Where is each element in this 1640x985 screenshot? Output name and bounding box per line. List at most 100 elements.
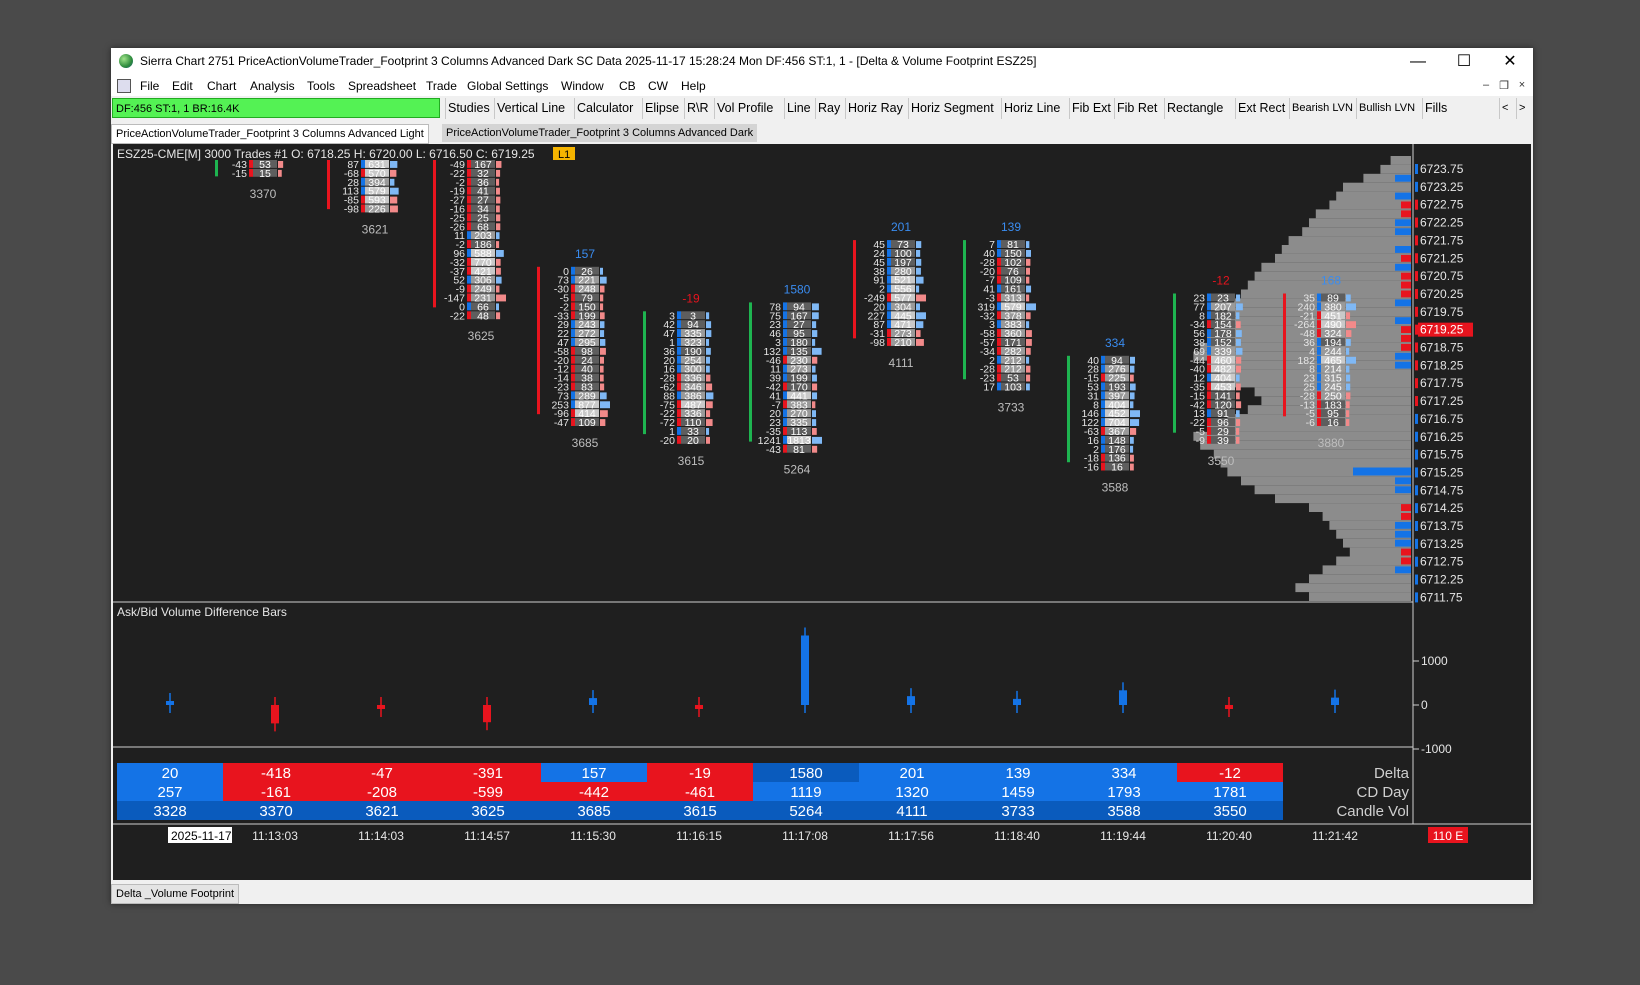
table-vol-value: 3733 xyxy=(1001,803,1034,820)
bearish-lvn-button[interactable]: Bearish LVN xyxy=(1289,98,1355,119)
menu-tools[interactable]: Tools xyxy=(307,79,335,93)
document-icon[interactable] xyxy=(117,79,131,93)
delta-cell-marker xyxy=(677,364,681,373)
horiz-ray-button[interactable]: Horiz Ray xyxy=(845,98,905,119)
imbalance-bar xyxy=(1026,312,1031,320)
delta-cell-marker xyxy=(361,195,365,204)
imbalance-bar xyxy=(496,161,502,168)
fills-button[interactable]: Fills xyxy=(1422,98,1449,119)
menu-trade[interactable]: Trade xyxy=(426,79,457,93)
toolbar-scroll-left[interactable]: < xyxy=(1499,98,1510,119)
tab-footprint-dark[interactable]: PriceActionVolumeTrader_Footprint 3 Colu… xyxy=(442,124,758,142)
delta-cell-marker xyxy=(887,275,891,284)
delta-cell-marker xyxy=(677,346,681,355)
footprint-volume-value: 103 xyxy=(1004,382,1022,394)
delta-cell-marker xyxy=(1207,346,1211,355)
tab-delta-volume-footprint[interactable]: Delta _Volume Footprint xyxy=(111,884,240,904)
maximize-button[interactable]: ☐ xyxy=(1441,48,1487,76)
close-button[interactable]: ✕ xyxy=(1487,48,1533,76)
minimize-button[interactable]: — xyxy=(1395,48,1441,76)
title-bar[interactable]: Sierra Chart 2751 PriceActionVolumeTrade… xyxy=(111,48,1533,76)
imbalance-bar xyxy=(278,169,282,177)
price-tick-marker xyxy=(1415,235,1418,246)
imbalance-bar xyxy=(1026,356,1030,364)
fib-ret-button[interactable]: Fib Ret xyxy=(1114,98,1159,119)
studies-button[interactable]: Studies xyxy=(445,98,492,119)
menu-help[interactable]: Help xyxy=(681,79,706,93)
delta-cell-marker xyxy=(997,338,1001,346)
imbalance-bar xyxy=(1026,365,1031,373)
footprint-chart[interactable]: ESZ25-CME[M] 3000 Trades #1 O: 6718.25 H… xyxy=(113,144,1531,880)
footprint-volume-value: 48 xyxy=(477,310,489,322)
delta-cell-marker xyxy=(783,409,787,418)
imbalance-bar xyxy=(1026,276,1030,284)
imbalance-bar xyxy=(706,428,710,435)
rectangle-button[interactable]: Rectangle xyxy=(1164,98,1225,119)
table-vol-value: 3370 xyxy=(259,803,292,820)
chart-canvas[interactable]: ESZ25-CME[M] 3000 Trades #1 O: 6718.25 H… xyxy=(113,144,1531,880)
candle-body-stripe xyxy=(1283,293,1286,417)
price-tick-marker xyxy=(1415,467,1418,478)
price-tick-label: 6711.75 xyxy=(1420,590,1463,604)
vertical-line-button[interactable]: Vertical Line xyxy=(494,98,567,119)
menu-global-settings[interactable]: Global Settings xyxy=(467,79,548,93)
delta-cell-marker xyxy=(997,364,1001,373)
delta-cell-marker xyxy=(1317,373,1321,382)
menu-cw[interactable]: CW xyxy=(648,79,668,93)
ext-rect-button[interactable]: Ext Rect xyxy=(1235,98,1287,119)
delta-cell-marker xyxy=(467,222,471,231)
imbalance-bar xyxy=(496,178,500,186)
imbalance-bar xyxy=(1130,454,1134,462)
bullish-lvn-button[interactable]: Bullish LVN xyxy=(1356,98,1417,119)
profile-bid-edge xyxy=(1401,210,1411,218)
delta-cell-marker xyxy=(467,204,471,213)
menu-cb[interactable]: CB xyxy=(619,79,636,93)
delta-cell-marker xyxy=(783,355,787,364)
fib-ext-button[interactable]: Fib Ext xyxy=(1069,98,1113,119)
delta-cell-marker xyxy=(677,418,681,426)
tab-footprint-light[interactable]: PriceActionVolumeTrader_Footprint 3 Colu… xyxy=(111,124,429,144)
toolbar-scroll-right[interactable]: > xyxy=(1516,98,1527,119)
menu-chart[interactable]: Chart xyxy=(207,79,236,93)
footprint-volume-value: 226 xyxy=(368,204,386,216)
menu-analysis[interactable]: Analysis xyxy=(250,79,295,93)
horiz-segment-button[interactable]: Horiz Segment xyxy=(908,98,996,119)
delta-cell-marker xyxy=(677,435,681,444)
delta-cell-marker xyxy=(677,427,681,435)
imbalance-bar xyxy=(1130,436,1134,444)
calculator-button[interactable]: Calculator xyxy=(574,98,635,119)
delta-cell-marker xyxy=(997,266,1001,275)
imbalance-bar xyxy=(706,365,710,373)
table-delta-value: -418 xyxy=(261,765,291,782)
imbalance-bar xyxy=(1236,321,1241,329)
risk-reward-button[interactable]: R\R xyxy=(684,98,711,119)
delta-cell-marker xyxy=(997,355,1001,364)
table-delta-value: -47 xyxy=(371,765,393,782)
line-button[interactable]: Line xyxy=(784,98,813,119)
menu-file[interactable]: File xyxy=(140,79,159,93)
delta-cell-marker xyxy=(467,293,471,302)
mdi-close-button[interactable]: × xyxy=(1515,79,1529,91)
mdi-restore-button[interactable]: ❐ xyxy=(1497,79,1511,92)
table-cd-value: 1459 xyxy=(1001,784,1034,801)
delta-cell-marker xyxy=(677,373,681,382)
imbalance-bar xyxy=(496,285,500,293)
vol-profile-button[interactable]: Vol Profile xyxy=(714,98,775,119)
imbalance-bar xyxy=(1346,294,1351,302)
menu-edit[interactable]: Edit xyxy=(172,79,193,93)
delta-cell-marker xyxy=(783,373,787,382)
menu-window[interactable]: Window xyxy=(561,79,604,93)
imbalance-bar xyxy=(600,383,605,391)
imbalance-bar xyxy=(600,347,606,355)
delta-cell-marker xyxy=(783,329,787,337)
delta-cell-marker xyxy=(571,320,575,329)
elipse-button[interactable]: Elipse xyxy=(642,98,681,119)
delta-cell-marker xyxy=(467,168,471,177)
mdi-minimize-button[interactable]: – xyxy=(1479,79,1493,91)
table-vol-value: 5264 xyxy=(789,803,822,820)
delta-cell-marker xyxy=(571,409,575,418)
profile-bid-edge xyxy=(1401,557,1411,565)
horiz-line-button[interactable]: Horiz Line xyxy=(1001,98,1062,119)
menu-spreadsheet[interactable]: Spreadsheet xyxy=(348,79,416,93)
ray-button[interactable]: Ray xyxy=(815,98,842,119)
